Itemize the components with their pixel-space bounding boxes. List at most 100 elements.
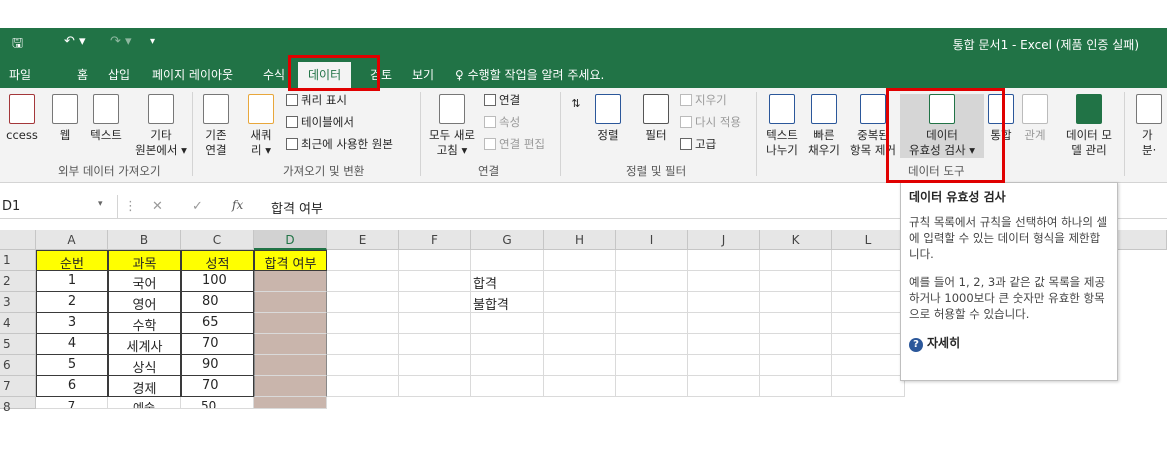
cell-b3[interactable]: 영어 bbox=[108, 292, 181, 313]
cell-e1[interactable] bbox=[327, 250, 399, 271]
cell-k6[interactable] bbox=[760, 355, 832, 376]
cell-f2[interactable] bbox=[399, 271, 471, 292]
enter-check-icon[interactable]: ✓ bbox=[192, 199, 203, 214]
cell-c5[interactable]: 70 bbox=[181, 334, 254, 355]
clear-filter-button[interactable]: 지우기 bbox=[680, 92, 727, 108]
from-table-button[interactable]: 테이블에서 bbox=[286, 114, 354, 130]
cell-h2[interactable] bbox=[544, 271, 616, 292]
column-header-k[interactable]: K bbox=[760, 230, 832, 250]
edit-links-button[interactable]: 연결 편집 bbox=[484, 136, 545, 152]
tell-me-box[interactable]: ♀ 수행할 작업을 알려 주세요. bbox=[455, 66, 604, 83]
row-header[interactable]: 7 bbox=[0, 376, 36, 397]
customize-qat-icon[interactable]: ▾ bbox=[150, 36, 155, 47]
row-header[interactable]: 5 bbox=[0, 334, 36, 355]
connections-button[interactable]: 연결 bbox=[484, 92, 520, 108]
column-header-e[interactable]: E bbox=[327, 230, 399, 250]
cell-j5[interactable] bbox=[688, 334, 760, 355]
cell-l6[interactable] bbox=[832, 355, 905, 376]
cell[interactable]: 50 bbox=[181, 397, 254, 409]
cell-c3[interactable]: 80 bbox=[181, 292, 254, 313]
flash-fill-button[interactable]: 빠른 채우기 bbox=[804, 94, 844, 158]
tab-file[interactable]: 파일 bbox=[9, 66, 31, 83]
cell-e5[interactable] bbox=[327, 334, 399, 355]
row-header[interactable]: 2 bbox=[0, 271, 36, 292]
tell-me-more-link[interactable]: ? 자세히 bbox=[909, 334, 1109, 352]
row-header[interactable]: 4 bbox=[0, 313, 36, 334]
cell-l1[interactable] bbox=[832, 250, 905, 271]
cell-d6[interactable] bbox=[254, 355, 327, 376]
advanced-filter-button[interactable]: 고급 bbox=[680, 136, 716, 152]
column-header-j[interactable]: J bbox=[688, 230, 760, 250]
column-header-b[interactable]: B bbox=[108, 230, 181, 250]
cell-l2[interactable] bbox=[832, 271, 905, 292]
column-header-h[interactable]: H bbox=[544, 230, 616, 250]
tab-insert[interactable]: 삽입 bbox=[108, 66, 130, 83]
cell-i1[interactable] bbox=[616, 250, 688, 271]
tab-home[interactable]: 홈 bbox=[77, 66, 88, 83]
column-header-g[interactable]: G bbox=[471, 230, 544, 250]
cell-i5[interactable] bbox=[616, 334, 688, 355]
cell-e2[interactable] bbox=[327, 271, 399, 292]
cell-k4[interactable] bbox=[760, 313, 832, 334]
cell-f4[interactable] bbox=[399, 313, 471, 334]
cell[interactable]: 7 bbox=[36, 397, 108, 409]
relationships-button[interactable]: 관계 bbox=[1020, 94, 1050, 143]
cell-l3[interactable] bbox=[832, 292, 905, 313]
cell-f5[interactable] bbox=[399, 334, 471, 355]
cell-f6[interactable] bbox=[399, 355, 471, 376]
cell-e7[interactable] bbox=[327, 376, 399, 397]
forecast-button[interactable]: 가 분· bbox=[1128, 94, 1167, 158]
cell-c1[interactable]: 성적 bbox=[181, 250, 254, 271]
sort-az-button[interactable]: ⇅ bbox=[566, 96, 586, 111]
cell-c7[interactable]: 70 bbox=[181, 376, 254, 397]
from-web-button[interactable]: 웹 bbox=[50, 94, 80, 143]
cell-d5[interactable] bbox=[254, 334, 327, 355]
cell-j2[interactable] bbox=[688, 271, 760, 292]
cell-k1[interactable] bbox=[760, 250, 832, 271]
cell-e3[interactable] bbox=[327, 292, 399, 313]
show-queries-button[interactable]: 쿼리 표시 bbox=[286, 92, 347, 108]
from-text-button[interactable]: 텍스트 bbox=[84, 94, 128, 143]
cell-a4[interactable]: 3 bbox=[36, 313, 108, 334]
existing-connections-button[interactable]: 기존 연결 bbox=[198, 94, 234, 158]
cell-b5[interactable]: 세계사 bbox=[108, 334, 181, 355]
cell-g7[interactable] bbox=[471, 376, 544, 397]
cell-j4[interactable] bbox=[688, 313, 760, 334]
cell-d4[interactable] bbox=[254, 313, 327, 334]
cell-h3[interactable] bbox=[544, 292, 616, 313]
cell-g2[interactable]: 합격 bbox=[471, 271, 544, 292]
cell-g1[interactable] bbox=[471, 250, 544, 271]
cell-f1[interactable] bbox=[399, 250, 471, 271]
cell-d1[interactable]: 합격 여부 bbox=[254, 250, 327, 271]
cell-c6[interactable]: 90 bbox=[181, 355, 254, 376]
cell[interactable]: 예술 bbox=[108, 397, 181, 409]
cell-f3[interactable] bbox=[399, 292, 471, 313]
undo-icon[interactable]: ↶ ▾ bbox=[64, 34, 86, 49]
sort-button[interactable]: 정렬 bbox=[588, 94, 628, 143]
cell-j7[interactable] bbox=[688, 376, 760, 397]
cell-k3[interactable] bbox=[760, 292, 832, 313]
cell-h7[interactable] bbox=[544, 376, 616, 397]
manage-data-model-button[interactable]: 데이터 모 델 관리 bbox=[1058, 94, 1120, 158]
cell-k7[interactable] bbox=[760, 376, 832, 397]
cell-l4[interactable] bbox=[832, 313, 905, 334]
tab-view[interactable]: 보기 bbox=[412, 66, 434, 83]
formula-input[interactable]: 합격 여부 bbox=[271, 198, 323, 217]
chevron-down-icon[interactable]: ▾ bbox=[98, 199, 103, 209]
select-all-corner[interactable] bbox=[0, 230, 36, 250]
cell-g5[interactable] bbox=[471, 334, 544, 355]
row-header[interactable]: 3 bbox=[0, 292, 36, 313]
cell-h4[interactable] bbox=[544, 313, 616, 334]
row-header[interactable]: 6 bbox=[0, 355, 36, 376]
cell-b4[interactable]: 수학 bbox=[108, 313, 181, 334]
refresh-all-button[interactable]: 모두 새로 고침 ▾ bbox=[424, 94, 480, 158]
cell-g3[interactable]: 불합격 bbox=[471, 292, 544, 313]
row-header[interactable]: 8 bbox=[0, 397, 36, 414]
cell-h5[interactable] bbox=[544, 334, 616, 355]
cell-f7[interactable] bbox=[399, 376, 471, 397]
cell-b1[interactable]: 과목 bbox=[108, 250, 181, 271]
tab-formulas[interactable]: 수식 bbox=[263, 66, 285, 83]
name-box[interactable]: D1 ▾ bbox=[0, 195, 118, 219]
cell-i6[interactable] bbox=[616, 355, 688, 376]
insert-function-icon[interactable]: fx bbox=[232, 198, 243, 212]
